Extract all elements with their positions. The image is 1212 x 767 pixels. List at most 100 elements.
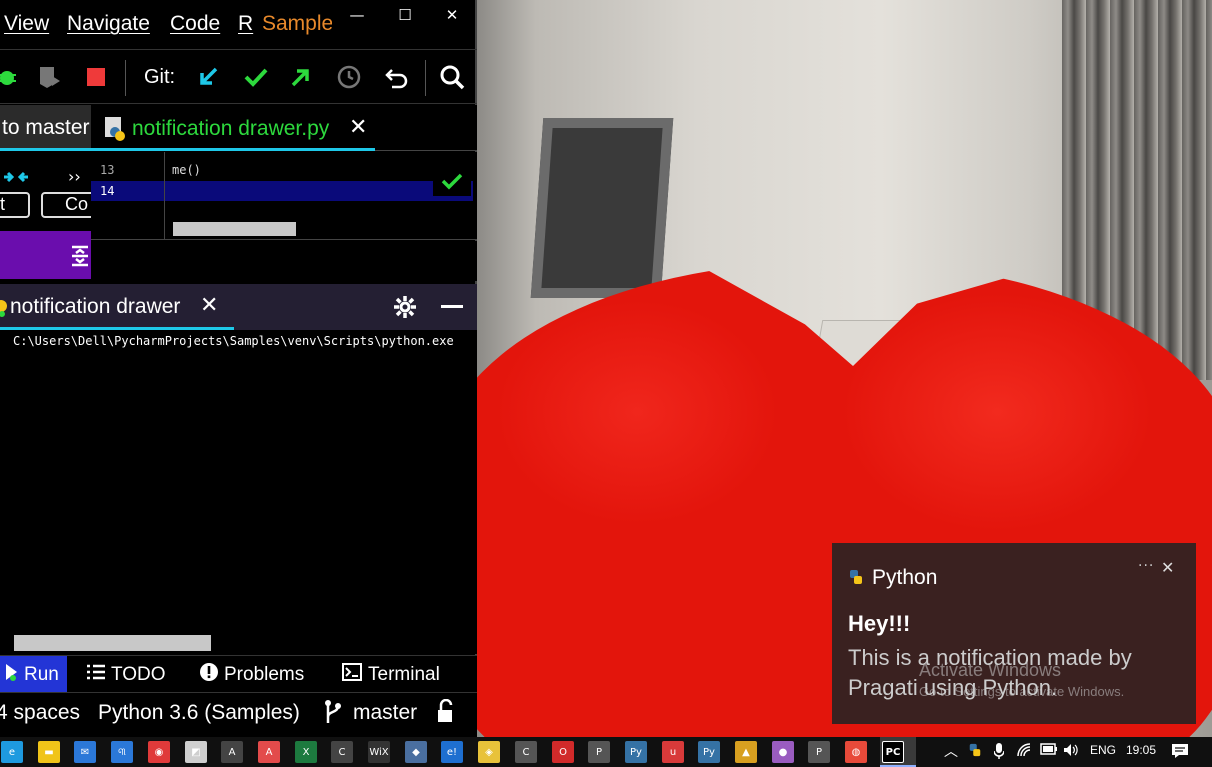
hide-panel-icon[interactable] [441,305,463,308]
mail-icon[interactable]: ✉ [74,741,96,763]
notification-center-icon[interactable] [1171,743,1189,762]
python-icon[interactable]: Py [625,741,647,763]
tool-window-bar: Run TODO Problems Terminal [0,655,477,693]
code-editor[interactable]: 13 14 me() [91,152,477,240]
notification-title: Hey!!! [848,611,911,636]
run-console[interactable]: C:\Users\Dell\PycharmProjects\Samples\ve… [0,330,477,654]
git-branch[interactable]: master [353,701,417,725]
notification-app-name: Python [872,566,938,589]
activate-windows-subtext: Go to Settings to activate Windows. [919,684,1125,699]
interpreter-setting[interactable]: Python 3.6 (Samples) [98,701,300,725]
python-file-icon [103,116,127,146]
history-icon[interactable] [334,62,364,92]
editor-tab-bar: notification drawer.py ✕ [91,105,477,151]
tab-run-notification-drawer[interactable]: notification drawer ✕ [0,284,234,330]
chrome-icon[interactable]: ◍ [845,741,867,763]
search-icon[interactable] [437,62,467,92]
volume-icon[interactable] [1063,743,1079,760]
wix-icon[interactable]: WiX [368,741,390,763]
minimize-button[interactable]: — [342,4,372,26]
run-config-icon [0,298,8,322]
app-icon-4[interactable]: A [221,741,243,763]
git-label: Git: [144,66,176,88]
pycharm-icon[interactable]: PC [882,741,904,763]
app-icon-12[interactable]: ● [772,741,794,763]
gear-icon[interactable] [393,295,417,323]
edge-icon[interactable]: e [1,741,23,763]
tool-tab-run[interactable]: Run [0,656,67,693]
app-icon-6[interactable]: ◆ [405,741,427,763]
rollback-icon[interactable] [382,62,412,92]
app-icon-8[interactable]: C [515,741,537,763]
python-idle-icon[interactable]: Py [698,741,720,763]
coverage-icon[interactable] [34,62,64,92]
line-number: 14 [100,184,115,198]
terminal-icon [342,662,362,687]
line-number-gutter: 13 14 [91,152,165,240]
excel-icon[interactable]: X [295,741,317,763]
menu-view[interactable]: View [4,12,49,36]
battery-icon[interactable] [1040,743,1058,758]
app-icon-2[interactable]: ◉ [148,741,170,763]
editor-horizontal-scrollbar[interactable] [173,222,296,236]
close-button[interactable]: ✕ [437,4,467,26]
tool-tab-terminal[interactable]: Terminal [336,656,446,693]
tool-tab-label: Problems [224,663,305,685]
microphone-icon[interactable] [993,743,1005,762]
run-tab-label: notification drawer [10,295,181,318]
console-horizontal-scrollbar[interactable] [14,635,211,651]
status-bar: 4 spaces Python 3.6 (Samples) master [0,692,477,730]
app-icon-7[interactable]: ◈ [478,741,500,763]
close-tab-icon[interactable]: ✕ [349,115,367,140]
stop-icon[interactable] [81,62,111,92]
expand-bar[interactable] [0,231,91,279]
branch-tab-label: to master [2,116,90,139]
app-icon-13[interactable]: P [808,741,830,763]
menu-refactor[interactable]: R [238,12,253,36]
wifi-icon[interactable] [1017,743,1033,760]
opera-icon[interactable]: O [552,741,574,763]
menu-navigate[interactable]: Navigate [67,12,150,36]
main-toolbar: Git: [0,52,477,104]
inspection-ok-icon[interactable] [433,166,471,196]
more-actions-button[interactable]: ›› [68,167,81,186]
warning-icon [200,662,218,687]
pycharm-window: View Navigate Code R Sample — ☐ ✕ Git: t… [0,0,477,730]
list-icon [87,664,105,686]
toolbar-separator [425,60,426,96]
git-push-icon[interactable] [286,62,316,92]
branch-tab[interactable]: to master [0,105,91,151]
lock-icon[interactable] [436,698,458,727]
collapse-diff-icon[interactable] [2,165,30,193]
indent-setting[interactable]: 4 spaces [0,701,80,725]
windows-taskbar: e ▬ ✉ ୩ ◉ ◩ A A X C WiX ◆ e! ◈ C O P Py u Py ▲ ● P ◍ PC ︿ ENG 19… [0,737,1212,767]
tool-tab-todo[interactable]: TODO [81,656,172,693]
partial-button[interactable]: t [0,192,30,218]
file-explorer-icon[interactable]: ▬ [38,741,60,763]
chevron-up-icon[interactable]: ︿ [944,741,958,761]
debug-icon[interactable] [0,62,22,92]
close-run-tab-icon[interactable]: ✕ [200,293,218,318]
tab-notification-drawer-py[interactable]: notification drawer.py ✕ [91,105,375,151]
tool-tab-problems[interactable]: Problems [194,656,310,693]
app-icon-11[interactable]: ▲ [735,741,757,763]
menu-code[interactable]: Code [170,12,220,36]
language-indicator[interactable]: ENG [1090,743,1116,757]
git-commit-icon[interactable] [241,62,271,92]
ie-icon[interactable]: e! [441,741,463,763]
python-tray-icon[interactable] [968,743,982,760]
app-icon-5[interactable]: C [331,741,353,763]
notification-more-button[interactable]: ··· [1138,558,1154,574]
clock[interactable]: 19:05 [1126,743,1156,757]
expand-all-icon[interactable] [70,244,90,272]
run-icon [6,663,18,687]
app-icon-3[interactable]: ◩ [185,741,207,763]
maximize-button[interactable]: ☐ [390,4,420,26]
acrobat-icon[interactable]: A [258,741,280,763]
app-icon-9[interactable]: P [588,741,610,763]
wall-frame [530,118,674,298]
notification-close-button[interactable]: ✕ [1161,558,1174,577]
git-update-icon[interactable] [193,62,223,92]
app-icon-10[interactable]: u [662,741,684,763]
app-icon-1[interactable]: ୩ [111,741,133,763]
